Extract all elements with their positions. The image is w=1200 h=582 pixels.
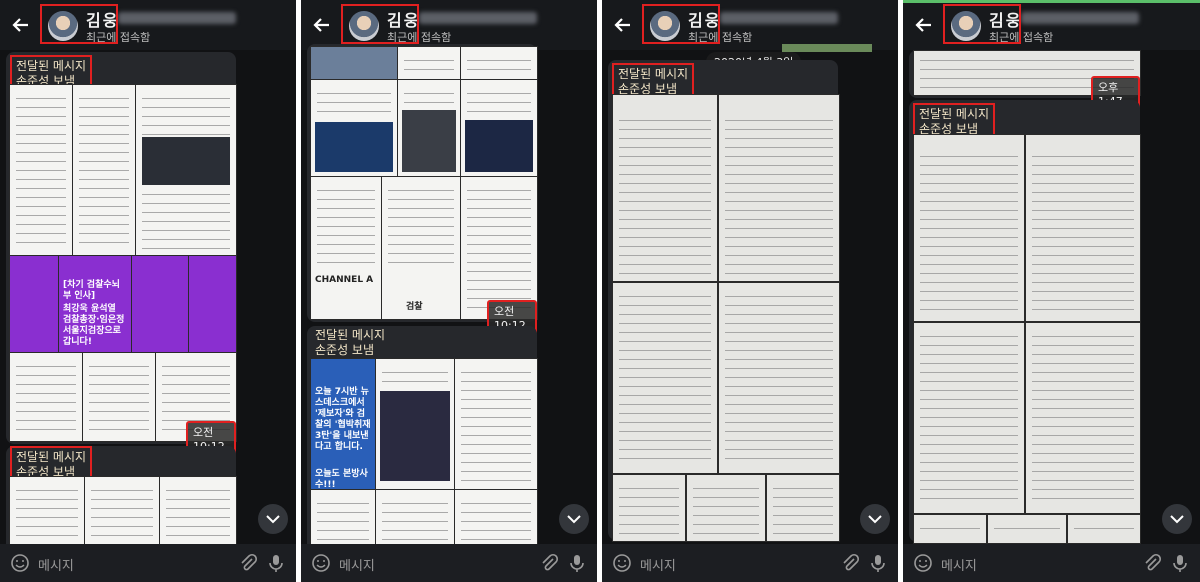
screenshot-tile[interactable] xyxy=(310,46,398,80)
document-photo[interactable] xyxy=(1067,514,1141,544)
tile-text: 오늘도 본방사수!!! xyxy=(315,469,368,490)
emoji-icon[interactable] xyxy=(10,553,30,573)
screenshot-tile[interactable] xyxy=(454,358,538,490)
message-bubble[interactable]: 전달된 메시지 손준성 보냄 [차기 검찰수뇌부 인사] 최강욱 윤석열 검찰총… xyxy=(6,52,237,456)
highlight-box xyxy=(40,4,118,44)
chat-header: 김웅 최근에 접속함 xyxy=(301,0,597,50)
chat-panel-3: 김웅 최근에 접속함 2020년 4월 3일 전달된 메시지 손준성 보냄 메시… xyxy=(602,0,898,582)
document-photo[interactable] xyxy=(913,514,987,544)
screenshot-tile[interactable] xyxy=(460,79,538,177)
highlight-box xyxy=(341,4,419,44)
screenshot-tile[interactable] xyxy=(397,46,461,80)
tile-text: 최강욱 윤석열 검찰총장·임은정 서울지검장으로 갑니다! xyxy=(63,304,125,347)
document-photo[interactable] xyxy=(1025,322,1141,514)
scroll-down-button[interactable] xyxy=(258,504,288,534)
screenshot-tile[interactable] xyxy=(131,255,189,353)
highlight-box xyxy=(642,4,720,44)
screenshot-tile[interactable]: [차기 검찰수뇌부 인사] 최강욱 윤석열 검찰총장·임은정 서울지검장으로 갑… xyxy=(58,255,132,353)
forwarded-label: 전달된 메시지 손준성 보냄 xyxy=(315,328,386,357)
redacted-info xyxy=(118,12,236,24)
screenshot-tile[interactable]: 오늘 7시반 뉴스데스크에서 '제보자'와 검찰의 '협박취재 3탄'을 내보낸… xyxy=(310,358,376,490)
chat-panel-2: 김웅 최근에 접속함 CHANNEL A 검찰 오전 10:12 xyxy=(301,0,597,582)
composer-bar: 메시지 xyxy=(0,544,296,582)
message-bubble[interactable]: CHANNEL A 검찰 오전 10:12 xyxy=(307,44,538,335)
message-bubble[interactable]: 전달된 메시지 손준성 보냄 xyxy=(6,446,237,558)
mic-icon[interactable] xyxy=(567,553,587,573)
screenshot-tile[interactable] xyxy=(397,79,461,177)
highlight-box xyxy=(943,4,1021,44)
composer-bar: 메시지 xyxy=(903,544,1200,582)
message-input[interactable]: 메시지 xyxy=(38,555,74,574)
document-photo[interactable] xyxy=(612,474,686,542)
scroll-down-button[interactable] xyxy=(860,504,890,534)
tile-text: [차기 검찰수뇌부 인사] xyxy=(63,280,120,301)
document-photo[interactable] xyxy=(612,282,718,474)
tile-text: CHANNEL A xyxy=(315,275,374,285)
attach-icon[interactable] xyxy=(539,553,559,573)
document-photo[interactable] xyxy=(718,94,840,282)
mic-icon[interactable] xyxy=(1170,553,1190,573)
screenshot-tile[interactable] xyxy=(460,46,538,80)
screenshot-tile[interactable] xyxy=(9,352,83,442)
scroll-down-button[interactable] xyxy=(559,504,589,534)
redacted-info xyxy=(720,12,838,24)
chat-header: 김웅 최근에 접속함 xyxy=(903,0,1200,50)
mic-icon[interactable] xyxy=(266,553,286,573)
screenshot-tile[interactable]: 검찰 xyxy=(381,176,461,320)
mic-icon[interactable] xyxy=(868,553,888,573)
tile-text: 검찰 xyxy=(406,302,423,312)
screenshot-tile[interactable] xyxy=(310,79,398,177)
screenshot-tile[interactable] xyxy=(188,255,237,353)
screenshot-tile[interactable] xyxy=(72,84,136,256)
attach-icon[interactable] xyxy=(1142,553,1162,573)
screenshot-tile[interactable]: CHANNEL A xyxy=(310,176,382,320)
document-photo[interactable] xyxy=(718,282,840,474)
back-arrow-icon[interactable] xyxy=(913,14,935,36)
screenshot-tile[interactable] xyxy=(460,176,538,320)
chat-header: 김웅 최근에 접속함 xyxy=(0,0,296,50)
message-input[interactable]: 메시지 xyxy=(339,555,375,574)
document-photo[interactable] xyxy=(686,474,766,542)
screenshot-tile[interactable] xyxy=(9,255,59,353)
redacted-info xyxy=(419,12,537,24)
message-input[interactable]: 메시지 xyxy=(640,555,676,574)
screenshot-tile[interactable] xyxy=(135,84,237,256)
attach-icon[interactable] xyxy=(238,553,258,573)
message-bubble[interactable]: 오후 1:47 xyxy=(909,50,1141,111)
chat-panel-1: 김웅 최근에 접속함 전달된 메시지 손준성 보냄 [차기 검찰수뇌부 인사] … xyxy=(0,0,296,582)
composer-bar: 메시지 xyxy=(602,544,898,582)
document-photo[interactable] xyxy=(766,474,840,542)
screenshot-tile[interactable] xyxy=(9,84,73,256)
message-bubble[interactable]: 전달된 메시지 손준성 보냄 xyxy=(608,60,840,542)
chevron-down-icon xyxy=(567,515,581,524)
chat-panel-4: 김웅 최근에 접속함 오후 1:47 전달된 메시지 손준성 보냄 메시지 xyxy=(903,0,1200,582)
message-bubble[interactable]: 전달된 메시지 손준성 보냄 오늘 7시반 뉴스데스크에서 '제보자'와 검찰의… xyxy=(307,326,538,558)
status-strip xyxy=(903,0,1200,3)
message-fragment xyxy=(782,44,872,52)
screenshot-tile[interactable] xyxy=(82,352,156,442)
back-arrow-icon[interactable] xyxy=(10,14,32,36)
composer-bar: 메시지 xyxy=(301,544,597,582)
chevron-down-icon xyxy=(1170,515,1184,524)
document-photo[interactable] xyxy=(913,134,1025,322)
chat-header: 김웅 최근에 접속함 xyxy=(602,0,898,50)
chevron-down-icon xyxy=(868,515,882,524)
document-photo[interactable] xyxy=(987,514,1067,544)
message-bubble[interactable]: 전달된 메시지 손준성 보냄 xyxy=(909,100,1141,544)
emoji-icon[interactable] xyxy=(913,553,933,573)
screenshot-tile[interactable] xyxy=(375,358,455,490)
message-input[interactable]: 메시지 xyxy=(941,555,977,574)
back-arrow-icon[interactable] xyxy=(612,14,634,36)
tile-text: 오늘 7시반 뉴스데스크에서 '제보자'와 검찰의 '협박취재 3탄'을 내보낸… xyxy=(315,387,371,452)
redacted-info xyxy=(1021,12,1139,24)
attach-icon[interactable] xyxy=(840,553,860,573)
emoji-icon[interactable] xyxy=(612,553,632,573)
back-arrow-icon[interactable] xyxy=(311,14,333,36)
emoji-icon[interactable] xyxy=(311,553,331,573)
document-photo[interactable] xyxy=(1025,134,1141,322)
document-photo[interactable] xyxy=(913,322,1025,514)
document-photo[interactable] xyxy=(612,94,718,282)
chevron-down-icon xyxy=(266,515,280,524)
scroll-down-button[interactable] xyxy=(1162,504,1192,534)
